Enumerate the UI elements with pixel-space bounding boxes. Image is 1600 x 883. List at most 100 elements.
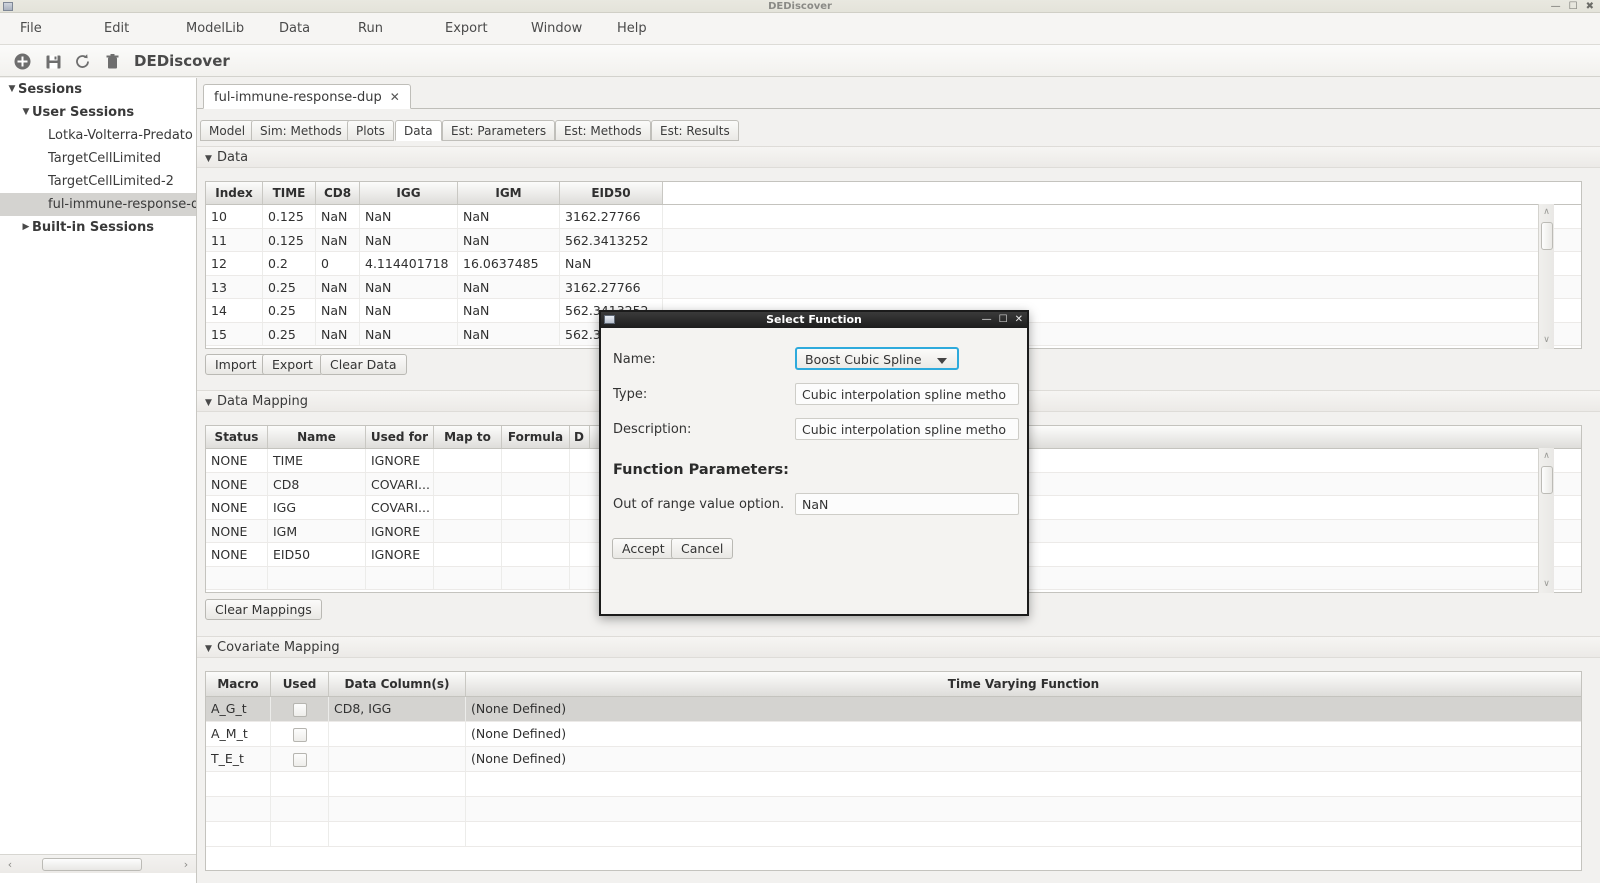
chevron-down-icon[interactable] (937, 358, 947, 364)
function-name-select[interactable]: Boost Cubic Spline (795, 347, 959, 370)
dialog-window-controls[interactable]: — ☐ ✕ (982, 312, 1023, 328)
table-row[interactable]: A_G_t CD8, IGG (None Defined) (206, 697, 1581, 722)
tab-est-parameters[interactable]: Est: Parameters (442, 120, 556, 141)
chevron-down-icon[interactable]: ▼ (205, 148, 217, 170)
tree-item-ful-immune-response[interactable]: ful-immune-response-d (0, 193, 196, 216)
tab-sim-methods[interactable]: Sim: Methods (251, 120, 351, 141)
menu-item-file[interactable]: File (16, 13, 46, 45)
mapping-table-vertical-scrollbar[interactable]: ∧ ∨ (1538, 448, 1554, 593)
type-field[interactable]: Cubic interpolation spline metho (795, 383, 1019, 405)
column-header-macro[interactable]: Macro (206, 672, 271, 696)
import-button[interactable]: Import (205, 354, 267, 375)
chevron-right-icon[interactable]: ▶ (20, 216, 32, 239)
scroll-right-icon[interactable]: › (179, 857, 193, 872)
scrollbar-thumb[interactable] (1541, 466, 1553, 494)
out-of-range-field[interactable]: NaN (795, 493, 1019, 515)
tab-data[interactable]: Data (395, 120, 442, 141)
menu-item-edit[interactable]: Edit (100, 13, 133, 45)
dialog-close-icon[interactable]: ✕ (1015, 314, 1023, 326)
minimize-icon[interactable]: — (1551, 1, 1561, 12)
table-row[interactable]: T_E_t (None Defined) (206, 747, 1581, 772)
tree-item-user-sessions[interactable]: ▼ User Sessions (0, 101, 196, 124)
tree-item-targetcelllimited-2[interactable]: TargetCellLimited-2 (0, 170, 196, 193)
description-field[interactable]: Cubic interpolation spline metho (795, 418, 1019, 440)
menu-item-data[interactable]: Data (275, 13, 314, 45)
column-header-time-varying-function[interactable]: Time Varying Function (466, 672, 1581, 696)
column-header-igg[interactable]: IGG (360, 182, 458, 204)
tree-item-targetcelllimited[interactable]: TargetCellLimited (0, 147, 196, 170)
table-row-empty[interactable] (206, 772, 1581, 797)
close-tab-icon[interactable]: ✕ (390, 90, 400, 104)
cell-used[interactable] (271, 697, 329, 721)
column-header-data-columns[interactable]: Data Column(s) (329, 672, 466, 696)
export-button[interactable]: Export (262, 354, 323, 375)
menu-item-modellib[interactable]: ModelLib (182, 13, 248, 45)
used-checkbox[interactable] (292, 702, 307, 717)
used-checkbox[interactable] (292, 752, 307, 767)
column-header-status[interactable]: Status (206, 426, 268, 448)
table-row[interactable]: 10 0.125 NaN NaN NaN 3162.27766 (206, 205, 1581, 229)
cell-used (271, 797, 329, 821)
cancel-button[interactable]: Cancel (671, 538, 734, 559)
column-header-map-to[interactable]: Map to (434, 426, 502, 448)
tab-est-methods[interactable]: Est: Methods (555, 120, 651, 141)
sidebar-horizontal-scrollbar[interactable]: ‹ › (0, 854, 196, 873)
new-session-icon[interactable] (13, 52, 32, 71)
table-row[interactable]: 11 0.125 NaN NaN NaN 562.3413252 (206, 228, 1581, 252)
dialog-maximize-icon[interactable]: ☐ (999, 314, 1008, 326)
tree-item-sessions[interactable]: ▼ Sessions (0, 78, 196, 101)
tree-item-lotka-volterra[interactable]: Lotka-Volterra-Predato (0, 124, 196, 147)
scrollbar-thumb[interactable] (1541, 222, 1553, 250)
scroll-left-icon[interactable]: ‹ (3, 857, 17, 872)
tab-plots[interactable]: Plots (347, 120, 394, 141)
column-header-d[interactable]: D (570, 426, 590, 448)
tree-item-builtin-sessions[interactable]: ▶ Built-in Sessions (0, 216, 196, 239)
window-controls[interactable]: — ☐ ✖ (1551, 1, 1594, 12)
section-header-covariate-mapping[interactable]: ▼ Covariate Mapping (197, 636, 1600, 658)
menu-item-export[interactable]: Export (441, 13, 492, 45)
column-header-formula[interactable]: Formula (502, 426, 570, 448)
scroll-up-icon[interactable]: ∧ (1539, 205, 1554, 220)
chevron-down-icon[interactable]: ▼ (205, 392, 217, 414)
menu-item-window[interactable]: Window (527, 13, 586, 45)
clear-mappings-button[interactable]: Clear Mappings (205, 599, 322, 620)
column-header-time[interactable]: TIME (263, 182, 316, 204)
cell-used[interactable] (271, 722, 329, 746)
scrollbar-thumb[interactable] (42, 858, 142, 871)
table-row-empty[interactable] (206, 797, 1581, 822)
chevron-down-icon[interactable]: ▼ (6, 78, 18, 101)
column-header-eid50[interactable]: EID50 (560, 182, 663, 204)
refresh-icon[interactable] (73, 52, 92, 71)
table-row[interactable]: A_M_t (None Defined) (206, 722, 1581, 747)
dialog-minimize-icon[interactable]: — (982, 314, 992, 326)
column-header-index[interactable]: Index (206, 182, 263, 204)
tab-model[interactable]: Model (200, 120, 255, 141)
close-icon[interactable]: ✖ (1586, 1, 1594, 12)
scroll-down-icon[interactable]: ∨ (1539, 577, 1554, 592)
cell-used[interactable] (271, 747, 329, 771)
table-row-empty[interactable] (206, 822, 1581, 847)
scroll-down-icon[interactable]: ∨ (1539, 333, 1554, 348)
column-header-cd8[interactable]: CD8 (316, 182, 360, 204)
maximize-icon[interactable]: ☐ (1569, 1, 1578, 12)
tab-est-results[interactable]: Est: Results (651, 120, 739, 141)
accept-button[interactable]: Accept (612, 538, 675, 559)
save-icon[interactable] (44, 52, 63, 71)
data-table-vertical-scrollbar[interactable]: ∧ ∨ (1538, 204, 1554, 349)
column-header-used[interactable]: Used (271, 672, 329, 696)
menu-item-help[interactable]: Help (613, 13, 651, 45)
column-header-used-for[interactable]: Used for (366, 426, 434, 448)
table-row[interactable]: 12 0.2 0 4.114401718 16.0637485 NaN (206, 252, 1581, 276)
column-header-igm[interactable]: IGM (458, 182, 560, 204)
menu-item-run[interactable]: Run (354, 13, 387, 45)
section-header-data[interactable]: ▼ Data (197, 146, 1600, 168)
document-tab-ful-immune-response-dup[interactable]: ful-immune-response-dup ✕ (203, 84, 411, 109)
chevron-down-icon[interactable]: ▼ (20, 101, 32, 124)
delete-icon[interactable] (103, 52, 122, 71)
table-row[interactable]: 13 0.25 NaN NaN NaN 3162.27766 (206, 275, 1581, 299)
clear-data-button[interactable]: Clear Data (320, 354, 407, 375)
used-checkbox[interactable] (292, 727, 307, 742)
column-header-name[interactable]: Name (268, 426, 366, 448)
scroll-up-icon[interactable]: ∧ (1539, 449, 1554, 464)
chevron-down-icon[interactable]: ▼ (205, 638, 217, 660)
